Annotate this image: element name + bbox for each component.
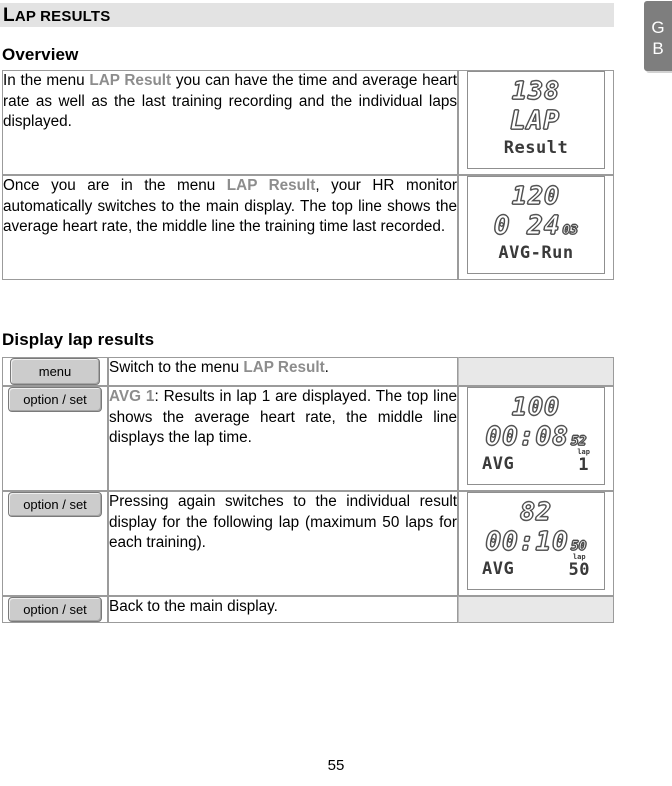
chapter-header-bar: LAP RESULTS: [0, 3, 614, 27]
table-row: option / set Back to the main display.: [2, 596, 614, 623]
lcd-display: 82 00:10 50 AVG lap 50: [467, 492, 605, 590]
manual-page: LAP RESULTS G B Overview In the menu LAP…: [0, 0, 672, 786]
key-option-set-button[interactable]: option / set: [8, 597, 102, 622]
language-tab-gb: G B: [644, 1, 672, 71]
key-menu-button[interactable]: menu: [10, 358, 100, 385]
lcd-top-value: 100: [511, 392, 561, 422]
lap-row-3-button-cell: option / set: [2, 596, 108, 623]
key-option-set-button[interactable]: option / set: [8, 387, 102, 412]
lap-results-table: menu Switch to the menu LAP Result. opti…: [2, 357, 614, 623]
lcd-display: 100 00:08 52 AVG lap 1: [467, 387, 605, 485]
lap-row-2-button-cell: option / set: [2, 491, 108, 596]
section-heading-overview: Overview: [2, 45, 79, 64]
overview-row-0-lcd-cell: 138 LAP Result: [458, 70, 614, 175]
text-before: Once you are in the menu: [3, 177, 227, 194]
lap-row-2-text: Pressing again switches to the individua…: [108, 491, 458, 596]
lcd-top-value: 120: [511, 181, 561, 211]
language-tab-line2: B: [652, 39, 664, 58]
lcd-top-value: 138: [511, 76, 561, 106]
lcd-bottom-right: 1: [578, 455, 590, 475]
table-row: option / set Pressing again switches to …: [2, 491, 614, 596]
lap-row-0-button-cell: menu: [2, 357, 108, 386]
lcd-mid-value: 00:10: [485, 527, 569, 558]
text-before: Pressing again switches to the individua…: [109, 493, 457, 551]
lcd-bottom-left: AVG: [482, 454, 515, 474]
lcd-mid-small: 52: [570, 434, 587, 450]
overview-table: In the menu LAP Result you can have the …: [2, 70, 614, 280]
lap-row-1-lcd-cell: 100 00:08 52 AVG lap 1: [458, 386, 614, 491]
lcd-mid-small: 03: [562, 223, 579, 239]
keyword-avg-1: AVG 1: [109, 388, 155, 405]
lcd-mid-value: 0 24: [493, 211, 561, 242]
keyword-lap-result: LAP Result: [226, 177, 316, 194]
lap-row-3-text: Back to the main display.: [108, 596, 458, 623]
key-option-set-button[interactable]: option / set: [8, 492, 102, 517]
lcd-bottom-left: Result: [503, 138, 569, 158]
text-after: : Results in lap 1 are displayed. The to…: [109, 388, 457, 446]
lcd-mid-value: LAP: [510, 106, 560, 137]
lap-row-0-text: Switch to the menu LAP Result.: [108, 357, 458, 386]
table-row: Once you are in the menu LAP Result, you…: [2, 175, 614, 280]
lap-row-1-text: AVG 1: Results in lap 1 are displayed. T…: [108, 386, 458, 491]
lap-row-0-lcd-cell: [458, 357, 614, 386]
lcd-display: 138 LAP Result: [467, 71, 605, 169]
section-heading-display-lap-results: Display lap results: [2, 330, 155, 349]
text-after: .: [324, 359, 329, 376]
lap-row-1-button-cell: option / set: [2, 386, 108, 491]
lcd-top-value: 82: [519, 497, 553, 527]
lcd-bottom-left: AVG-Run: [498, 243, 574, 263]
table-row: menu Switch to the menu LAP Result.: [2, 357, 614, 386]
keyword-lap-result: LAP Result: [243, 359, 325, 376]
page-number: 55: [327, 757, 345, 774]
lcd-mid-value: 00:08: [485, 422, 569, 453]
text-before: In the menu: [3, 72, 90, 89]
lcd-bottom-right: 50: [568, 560, 590, 580]
table-row: option / set AVG 1: Results in lap 1 are…: [2, 386, 614, 491]
chapter-title-rest: AP RESULTS: [14, 7, 111, 25]
table-row: In the menu LAP Result you can have the …: [2, 70, 614, 175]
overview-row-1-text: Once you are in the menu LAP Result, you…: [2, 175, 458, 280]
lcd-mid-small: 50: [570, 539, 587, 555]
keyword-lap-result: LAP Result: [89, 72, 172, 89]
chapter-title: LAP RESULTS: [0, 6, 110, 25]
overview-row-1-lcd-cell: 120 0 24 03 AVG-Run: [458, 175, 614, 280]
lcd-display: 120 0 24 03 AVG-Run: [467, 176, 605, 274]
chapter-title-initial: L: [3, 4, 15, 26]
lap-row-3-lcd-cell: [458, 596, 614, 623]
lcd-bottom-left: AVG: [482, 559, 515, 579]
lap-row-2-lcd-cell: 82 00:10 50 AVG lap 50: [458, 491, 614, 596]
text-before: Switch to the menu: [109, 359, 244, 376]
overview-row-0-text: In the menu LAP Result you can have the …: [2, 70, 458, 175]
text-before: Back to the main display.: [109, 598, 278, 615]
language-tab-line1: G: [651, 18, 665, 37]
